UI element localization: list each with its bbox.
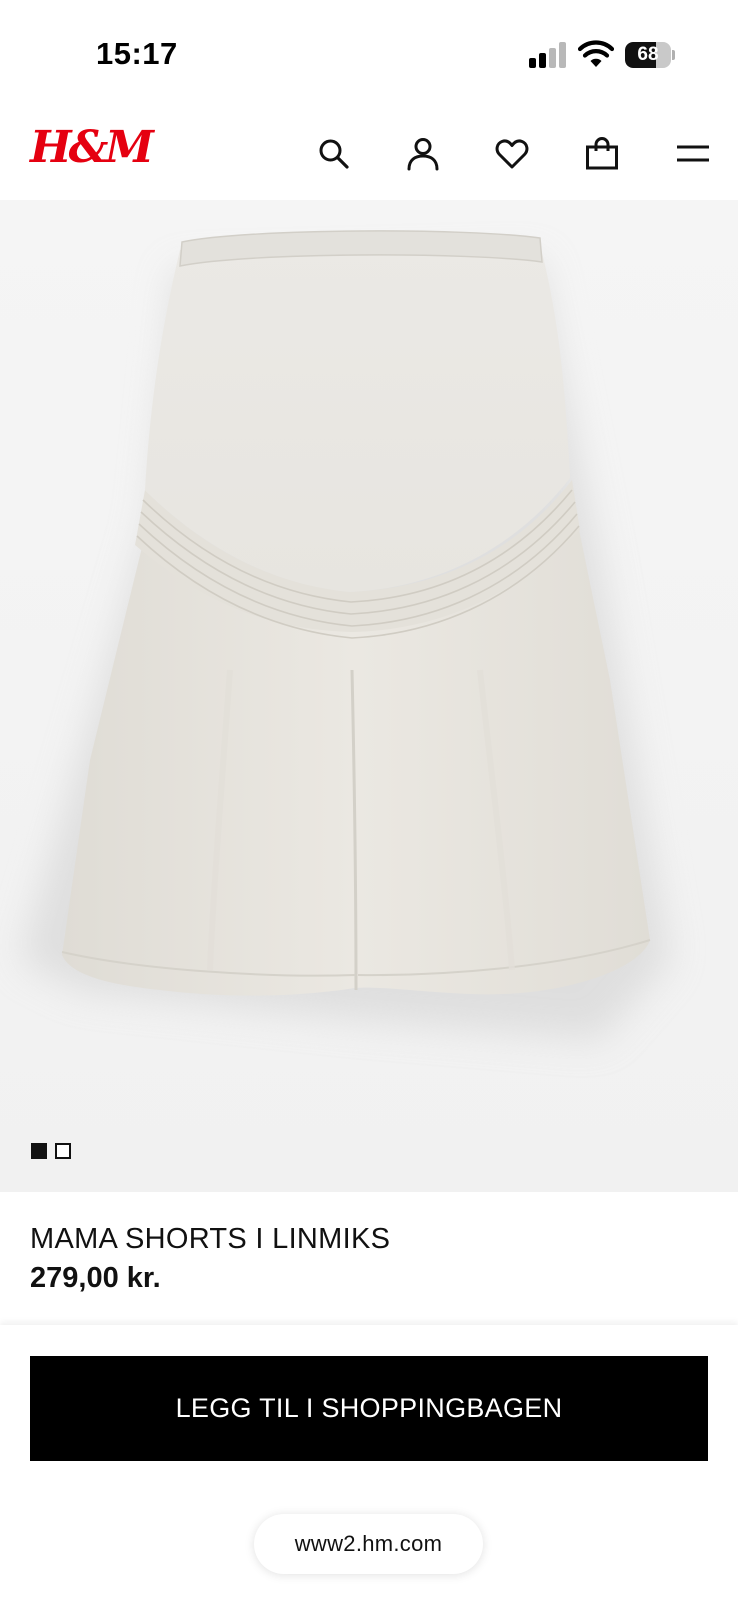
product-price: 279,00 kr. xyxy=(30,1262,161,1294)
battery-icon: 68 xyxy=(625,42,675,68)
status-time: 15:17 xyxy=(96,36,178,71)
product-info: MAMA SHORTS I LINMIKS 279,00 kr. xyxy=(0,1192,738,1325)
gallery-dot[interactable] xyxy=(55,1143,71,1159)
product-name: MAMA SHORTS I LINMIKS xyxy=(30,1223,391,1255)
account-icon[interactable] xyxy=(405,136,441,172)
shopping-bag-icon[interactable] xyxy=(584,136,620,172)
battery-body: 68 xyxy=(625,42,671,68)
hm-logo[interactable]: H&M xyxy=(30,126,154,170)
gallery-dot[interactable] xyxy=(31,1143,47,1159)
search-icon[interactable] xyxy=(316,136,352,172)
wifi-icon xyxy=(578,40,614,67)
heart-icon[interactable] xyxy=(494,136,530,172)
menu-icon[interactable] xyxy=(675,136,711,172)
product-image xyxy=(0,200,738,1192)
gallery-dots xyxy=(31,1143,71,1159)
add-to-bag-button[interactable]: LEGG TIL I SHOPPINGBAGEN xyxy=(30,1356,708,1461)
product-image-carousel[interactable] xyxy=(0,200,738,1192)
browser-url-bar[interactable]: www2.hm.com xyxy=(254,1514,483,1574)
signal-icon xyxy=(529,42,566,68)
battery-level: 68 xyxy=(637,44,659,65)
site-header: H&M xyxy=(0,108,738,200)
status-bar: 15:17 68 xyxy=(0,0,738,108)
battery-tip xyxy=(672,50,675,60)
bottom-action-panel: LEGG TIL I SHOPPINGBAGEN www2.hm.com xyxy=(0,1325,738,1600)
